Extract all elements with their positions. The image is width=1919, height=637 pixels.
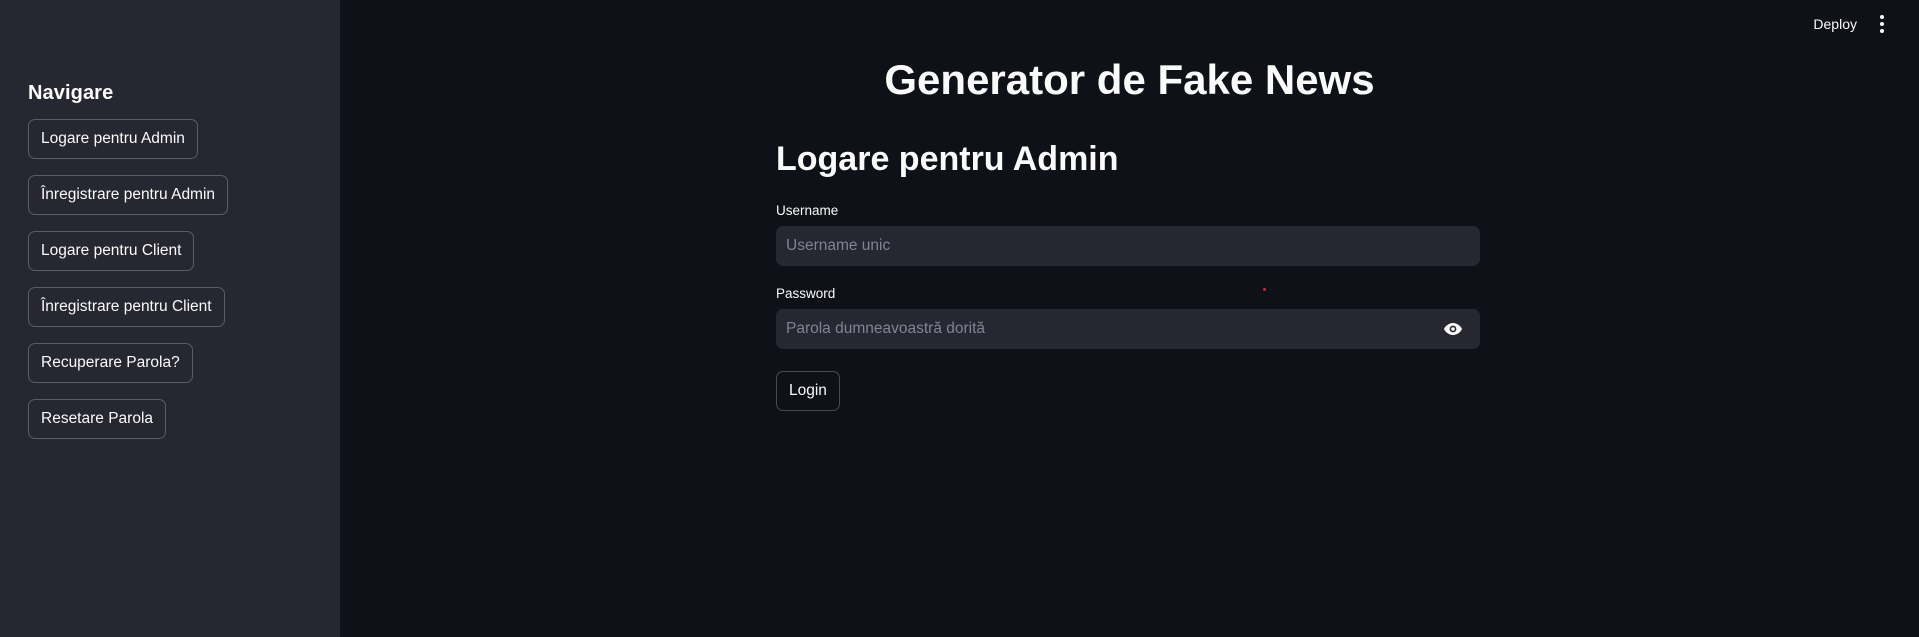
username-label: Username	[776, 203, 839, 218]
password-field-wrapper	[776, 309, 1480, 349]
app: Navigare Logare pentru Admin Înregistrar…	[0, 0, 1919, 637]
username-input[interactable]	[776, 226, 1480, 266]
top-toolbar: Deploy	[1813, 14, 1889, 34]
sidebar: Navigare Logare pentru Admin Înregistrar…	[0, 0, 340, 637]
password-label: Password	[776, 286, 836, 301]
eye-icon[interactable]	[1442, 319, 1464, 339]
nav-button-logare-client[interactable]: Logare pentru Client	[28, 231, 195, 271]
nav-button-inregistrare-client[interactable]: Înregistrare pentru Client	[28, 287, 225, 327]
cursor-dot	[1263, 288, 1266, 291]
nav-button-logare-admin[interactable]: Logare pentru Admin	[28, 119, 198, 159]
nav-button-inregistrare-admin[interactable]: Înregistrare pentru Admin	[28, 175, 229, 215]
sidebar-nav: Logare pentru Admin Înregistrare pentru …	[28, 119, 340, 455]
login-button[interactable]: Login	[776, 371, 840, 411]
nav-button-recuperare-parola[interactable]: Recuperare Parola?	[28, 343, 193, 383]
page-title: Generator de Fake News	[884, 56, 1375, 103]
sidebar-title: Navigare	[28, 82, 114, 104]
section-title: Logare pentru Admin	[776, 140, 1119, 178]
main-content: Deploy Generator de Fake News Logare pen…	[340, 0, 1919, 637]
password-input[interactable]	[776, 309, 1480, 349]
username-field-wrapper	[776, 226, 1480, 266]
vertical-dots-icon[interactable]	[1875, 14, 1889, 34]
deploy-button[interactable]: Deploy	[1813, 16, 1857, 32]
login-form: Logare pentru Admin Username Password Lo…	[776, 140, 1480, 411]
nav-button-resetare-parola[interactable]: Resetare Parola	[28, 399, 167, 439]
